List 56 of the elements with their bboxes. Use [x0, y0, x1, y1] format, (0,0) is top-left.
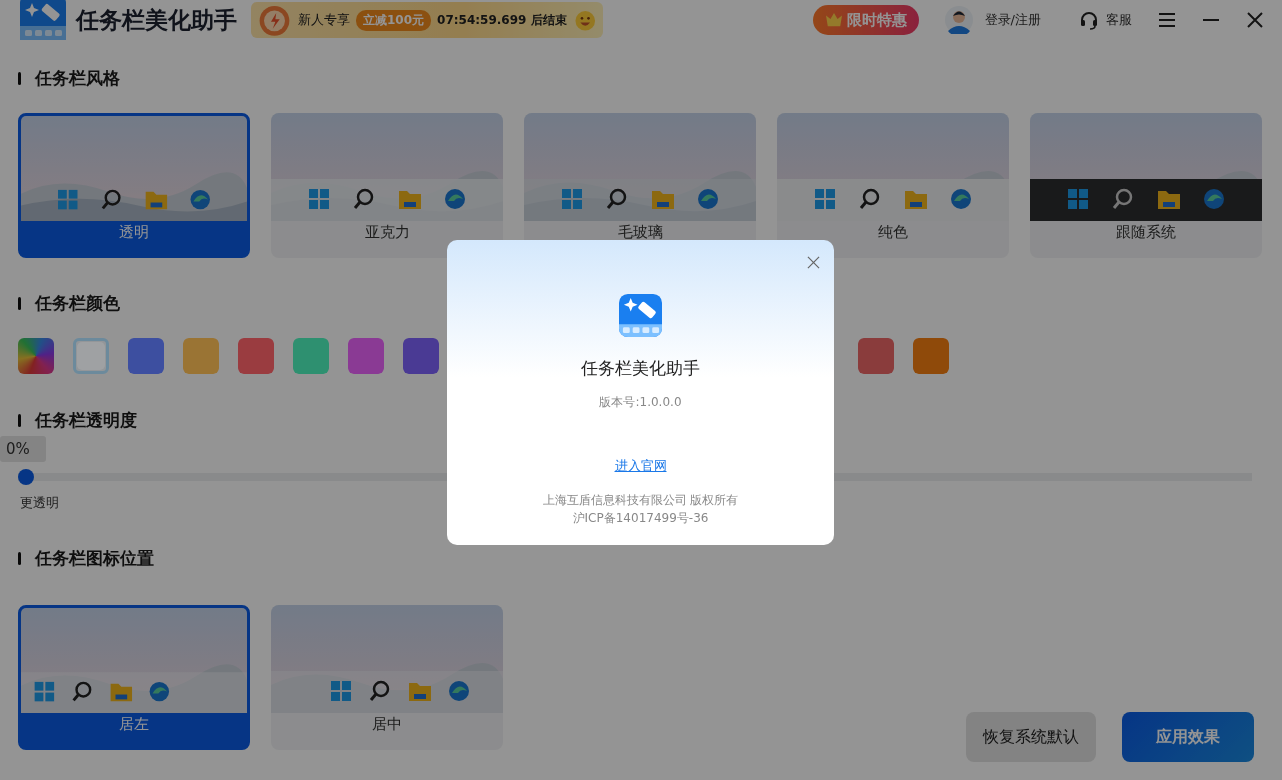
copyright-text: 上海互盾信息科技有限公司 版权所有 [542, 492, 739, 509]
card-label: 纯色 [878, 223, 908, 242]
style-card[interactable]: 纯色 [777, 113, 1009, 258]
promo-label: 新人专享 [297, 11, 350, 29]
app-logo-icon [619, 294, 662, 337]
slider-min-label: 更透明 [20, 494, 59, 512]
color-swatch[interactable] [73, 338, 109, 374]
section-title: 任务栏风格 [35, 66, 120, 90]
color-swatch[interactable] [18, 338, 54, 374]
countdown-text: 07:54:59.699 后结束 [437, 11, 567, 29]
title-marker [18, 71, 21, 85]
close-icon[interactable] [1246, 11, 1264, 29]
style-card[interactable]: 亚克力 [271, 113, 503, 258]
card-label: 跟随系统 [1116, 223, 1176, 242]
support-link[interactable]: 客服 [1106, 11, 1132, 29]
dialog-title: 任务栏美化助手 [581, 357, 700, 380]
color-swatch[interactable] [238, 338, 274, 374]
card-label: 亚克力 [364, 223, 410, 242]
close-icon[interactable] [807, 256, 820, 269]
apply-button[interactable]: 应用效果 [1122, 712, 1254, 762]
card-label: 居中 [372, 715, 402, 734]
color-swatch[interactable] [183, 338, 219, 374]
value-tooltip: 0% [0, 436, 46, 462]
promo-banner[interactable]: 新人专享 立减100元 07:54:59.699 后结束 [251, 2, 603, 38]
card-label: 透明 [119, 223, 149, 242]
color-swatch[interactable] [913, 338, 949, 374]
section-title: 任务栏颜色 [35, 291, 120, 315]
icp-text: 沪ICP备14017499号-36 [572, 510, 709, 527]
discount-badge: 立减100元 [355, 9, 432, 31]
section-title: 任务栏图标位置 [35, 546, 154, 570]
title-marker [18, 413, 21, 427]
version-text: 版本号:1.0.0.0 [599, 394, 682, 411]
color-swatch[interactable] [293, 338, 329, 374]
avatar-icon [944, 6, 973, 34]
website-link[interactable]: 进入官网 [614, 457, 667, 475]
color-swatch[interactable] [348, 338, 384, 374]
card-label: 毛玻璃 [617, 223, 663, 242]
title-marker [18, 296, 21, 310]
color-swatch[interactable] [128, 338, 164, 374]
color-swatch[interactable] [858, 338, 894, 374]
limited-offer-button[interactable]: 限时特惠 [812, 5, 919, 35]
headset-icon[interactable] [1079, 10, 1099, 30]
color-swatch[interactable] [403, 338, 439, 374]
menu-icon[interactable] [1158, 11, 1176, 29]
crown-icon [824, 12, 843, 28]
card-label: 居左 [119, 715, 149, 734]
reset-button[interactable]: 恢复系统默认 [966, 712, 1096, 762]
app-title: 任务栏美化助手 [76, 5, 237, 35]
position-card[interactable]: 居中 [271, 605, 503, 750]
position-card[interactable]: 居左 [18, 605, 250, 750]
style-card[interactable]: 跟随系统 [1030, 113, 1262, 258]
section-title: 任务栏透明度 [35, 408, 137, 432]
style-card[interactable]: 透明 [18, 113, 250, 258]
title-marker [18, 551, 21, 565]
login-link[interactable]: 登录/注册 [984, 11, 1041, 29]
slider-thumb[interactable] [18, 469, 34, 485]
